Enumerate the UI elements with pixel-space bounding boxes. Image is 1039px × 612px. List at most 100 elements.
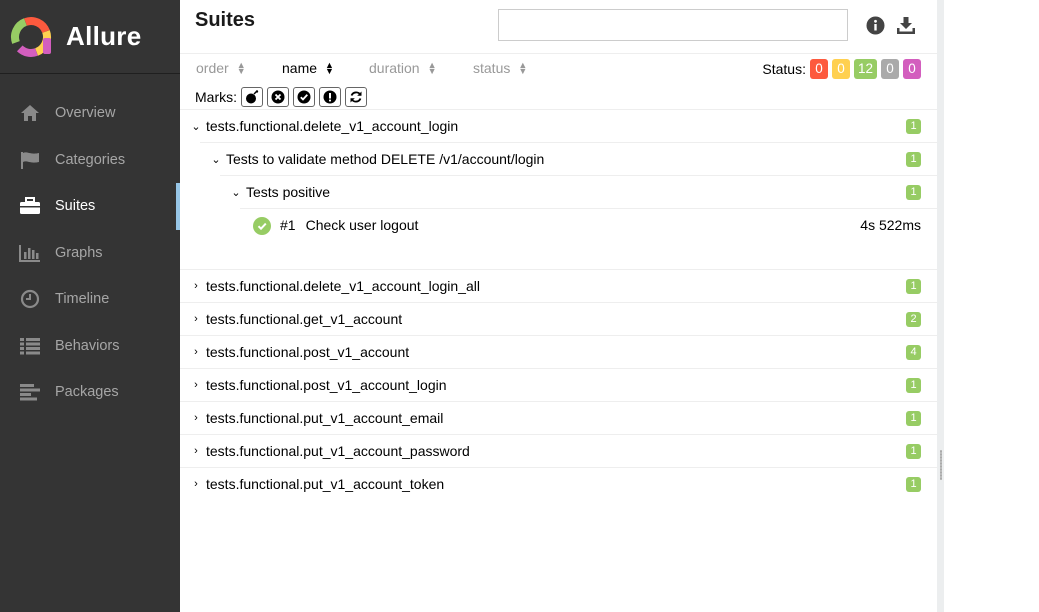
sidebar-item-overview[interactable]: Overview (0, 90, 180, 137)
count-badge: 1 (906, 411, 921, 426)
tree-node-label: tests.functional.put_v1_account_email (206, 410, 444, 426)
status-passed-toggle[interactable]: 12 (853, 59, 877, 79)
info-icon[interactable] (864, 14, 886, 36)
status-broken-toggle[interactable]: 0 (831, 59, 850, 79)
tree-node-suite[interactable]: ⌄ tests.functional.delete_v1_account_log… (180, 109, 937, 142)
align-left-icon (18, 381, 42, 403)
sidebar-item-label: Graphs (55, 244, 103, 261)
status-unknown-toggle[interactable]: 0 (903, 59, 921, 79)
pane-splitter[interactable] (937, 0, 944, 612)
count-badge: 1 (906, 378, 921, 393)
tree-node-suite[interactable]: › tests.functional.put_v1_account_passwo… (180, 434, 937, 467)
chevron-right-icon: › (194, 280, 198, 292)
sort-bar: order ▲ ▼ name ▲ ▼ duration ▲ ▼ status ▲ ▼ S… (180, 54, 937, 84)
tree-node-label: tests.functional.put_v1_account_password (206, 443, 470, 459)
chevron-right-icon: › (194, 478, 198, 490)
chevron-right-icon: › (194, 346, 198, 358)
sort-by-order[interactable]: order ▲ ▼ (196, 60, 246, 76)
sort-by-duration[interactable]: duration ▲ ▼ (369, 60, 437, 76)
new-broken-icon[interactable] (319, 87, 341, 107)
tree-node-suite[interactable]: › tests.functional.put_v1_account_email … (180, 401, 937, 434)
sidebar-item-graphs[interactable]: Graphs (0, 230, 180, 277)
clock-icon (18, 288, 42, 310)
tree-node-suite[interactable]: › tests.functional.post_v1_account_login… (180, 368, 937, 401)
chevron-down-icon: ⌄ (191, 120, 201, 133)
sidebar-item-timeline[interactable]: Timeline (0, 276, 180, 323)
test-name: Check user logout (305, 217, 419, 233)
sidebar-item-suites[interactable]: Suites (0, 183, 180, 230)
tree-node-suite[interactable]: › tests.functional.delete_v1_account_log… (180, 269, 937, 302)
sort-arrows-icon: ▲ ▼ (325, 60, 334, 76)
suites-pane: Suites order ▲ ▼ name ▲ ▼ duration ▲ ▼ stat… (180, 0, 937, 612)
sidebar-item-packages[interactable]: Packages (0, 369, 180, 416)
passed-check-icon (253, 217, 271, 235)
sort-label: duration (369, 60, 420, 76)
tree-node-label: tests.functional.post_v1_account_login (206, 377, 447, 393)
sort-by-name[interactable]: name ▲ ▼ (282, 60, 334, 76)
flaky-bomb-icon[interactable] (241, 87, 263, 107)
bar-chart-icon (18, 242, 42, 264)
tree-node-label: tests.functional.post_v1_account (206, 344, 410, 360)
status-filter: Status: 0 0 12 0 0 (762, 59, 921, 79)
sort-arrows-icon: ▲ ▼ (427, 60, 437, 76)
sort-label: order (196, 60, 229, 76)
count-badge: 2 (906, 312, 921, 327)
list-icon (18, 335, 42, 357)
sidebar-item-behaviors[interactable]: Behaviors (0, 323, 180, 370)
status-skipped-toggle[interactable]: 0 (881, 59, 899, 79)
brand[interactable]: Allure (0, 0, 180, 74)
chevron-right-icon: › (194, 412, 198, 424)
tree-node-group[interactable]: ⌄ Tests positive 1 (220, 175, 937, 208)
tree-node-suite[interactable]: › tests.functional.put_v1_account_token … (180, 467, 937, 500)
status-failed-toggle[interactable]: 0 (809, 59, 828, 79)
sidebar-item-label: Overview (55, 105, 116, 122)
retries-icon[interactable] (345, 87, 367, 107)
tree-node-label: Tests to validate method DELETE /v1/acco… (226, 151, 545, 167)
chevron-down-icon: ⌄ (211, 153, 221, 166)
tree-node-suite[interactable]: › tests.functional.get_v1_account 2 (180, 302, 937, 335)
splitter-grip-icon[interactable] (940, 450, 942, 480)
sidebar-item-label: Behaviors (55, 337, 120, 354)
tree-node-label: tests.functional.delete_v1_account_login… (206, 278, 480, 294)
sidebar: Allure Overview Categories Suites Graphs (0, 0, 180, 612)
chevron-right-icon: › (194, 379, 198, 391)
briefcase-icon (18, 195, 42, 217)
new-passed-icon[interactable] (293, 87, 315, 107)
home-icon (18, 102, 42, 124)
flag-icon (18, 149, 42, 171)
new-failed-icon[interactable] (267, 87, 289, 107)
sort-label: status (473, 60, 511, 76)
sidebar-item-label: Packages (55, 384, 119, 401)
sidebar-item-label: Categories (55, 151, 126, 168)
tree-node-label: tests.functional.delete_v1_account_login (206, 118, 459, 134)
chevron-down-icon: ⌄ (231, 186, 241, 199)
sort-arrows-icon: ▲ ▼ (236, 60, 246, 76)
sort-arrows-icon: ▲ ▼ (518, 60, 528, 76)
detail-pane (944, 0, 1039, 612)
count-badge: 1 (906, 477, 921, 492)
allure-logo-icon (10, 16, 52, 58)
count-badge: 1 (906, 152, 921, 167)
count-badge: 1 (906, 119, 921, 134)
sort-by-status[interactable]: status ▲ ▼ (473, 60, 527, 76)
marks-label: Marks: (195, 89, 237, 105)
chevron-right-icon: › (194, 445, 198, 457)
download-icon[interactable] (895, 14, 917, 36)
test-case-row[interactable]: #1 Check user logout 4s 522ms (240, 208, 937, 269)
sidebar-item-categories[interactable]: Categories (0, 137, 180, 184)
tree-node-label: tests.functional.put_v1_account_token (206, 476, 445, 492)
marks-filter: Marks: (195, 86, 367, 108)
test-order: #1 (280, 217, 296, 233)
sidebar-item-label: Timeline (55, 291, 110, 308)
sidebar-item-label: Suites (55, 198, 96, 215)
test-duration: 4s 522ms (860, 217, 921, 233)
chevron-right-icon: › (194, 313, 198, 325)
count-badge: 1 (906, 444, 921, 459)
tree-node-class[interactable]: ⌄ Tests to validate method DELETE /v1/ac… (200, 142, 937, 175)
tree-node-label: Tests positive (246, 184, 331, 200)
tree-node-suite[interactable]: › tests.functional.post_v1_account 4 (180, 335, 937, 368)
sort-label: name (282, 60, 318, 76)
page-title: Suites (195, 9, 256, 31)
sidebar-nav: Overview Categories Suites Graphs Timeli… (0, 90, 180, 416)
search-input[interactable] (498, 9, 848, 41)
